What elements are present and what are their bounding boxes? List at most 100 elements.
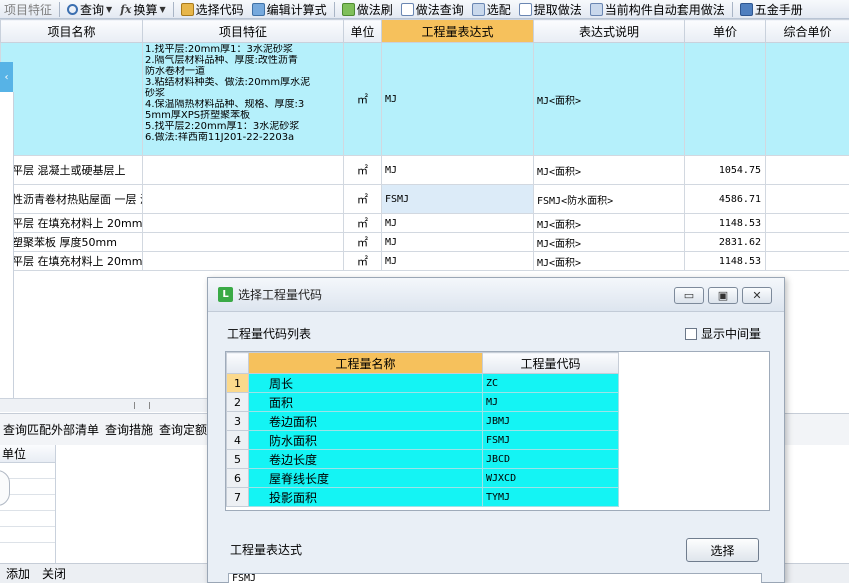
- col-header-quantity-name[interactable]: 工程量名称: [248, 352, 483, 374]
- table-row[interactable]: 6 屋脊线长度 WJXCD: [226, 468, 619, 488]
- cell-composite-price[interactable]: [765, 184, 849, 214]
- expression-input[interactable]: FSMJ: [228, 573, 762, 583]
- quantity-name[interactable]: 面积: [248, 392, 483, 412]
- quantity-name[interactable]: 投影面积: [248, 487, 483, 507]
- cell-composite-price[interactable]: [765, 251, 849, 271]
- table-row[interactable]: 找平层 在填充材料上 20mm ㎡ MJ MJ<面积> 1148.53: [0, 251, 849, 271]
- toolbar-auto-apply-button[interactable]: 当前构件自动套用做法: [586, 0, 729, 18]
- cell-item-features[interactable]: 1.找平层:20mm厚1：3水泥砂浆 2.隔气层材料品种、厚度:改性沥青 防水卷…: [142, 42, 344, 156]
- cell-unit[interactable]: ㎡: [343, 155, 382, 185]
- cell-unit[interactable]: ㎡: [343, 42, 382, 156]
- table-row[interactable]: 2 面积 MJ: [226, 392, 619, 412]
- quantity-name[interactable]: 屋脊线长度: [248, 468, 483, 488]
- cell-expression-description[interactable]: FSMJ<防水面积>: [533, 184, 685, 214]
- cell-quantity-expression[interactable]: MJ: [381, 42, 534, 156]
- col-header-quantity-code[interactable]: 工程量代码: [482, 352, 619, 374]
- cell-expression-description[interactable]: MJ<面积>: [533, 251, 685, 271]
- table-row[interactable]: 改性沥青卷材热贴屋面 一层 满 ㎡ FSMJ FSMJ<防水面积> 4586.7…: [0, 184, 849, 214]
- cell-composite-price[interactable]: [765, 42, 849, 156]
- cell-unit-price[interactable]: 1054.75: [684, 155, 766, 185]
- toolbar-select-code-button[interactable]: 选择代码: [177, 0, 248, 18]
- close-dialog-button[interactable]: ✕: [742, 287, 772, 304]
- quantity-name[interactable]: 周长: [248, 373, 483, 393]
- table-row[interactable]: 找平层 混凝土或硬基层上 ㎡ MJ MJ<面积> 1054.75: [0, 155, 849, 185]
- cell-item-name[interactable]: 找平层 在填充材料上 20mm: [0, 213, 143, 233]
- table-row[interactable]: 1 周长 ZC: [226, 373, 619, 393]
- cell-expression-description[interactable]: MJ<面积>: [533, 155, 685, 185]
- col-header-unit-price[interactable]: 单价: [684, 19, 766, 43]
- tab-query-measures[interactable]: 查询措施: [102, 421, 156, 438]
- dialog-title-bar[interactable]: L 选择工程量代码 ▭ ▣ ✕: [208, 278, 784, 312]
- cell-item-name[interactable]: 挤塑聚苯板 厚度50mm: [0, 232, 143, 252]
- cell-item-name[interactable]: 改性沥青卷材热贴屋面 一层 满: [0, 184, 143, 214]
- table-row[interactable]: 3 卷边面积 JBMJ: [226, 411, 619, 431]
- col-header-expression-description[interactable]: 表达式说明: [533, 19, 685, 43]
- cell-unit-price[interactable]: 2831.62: [684, 232, 766, 252]
- col-header-unit[interactable]: 单位: [343, 19, 382, 43]
- table-row[interactable]: 4 防水面积 FSMJ: [226, 430, 619, 450]
- cell-composite-price[interactable]: [765, 213, 849, 233]
- cell-unit-price[interactable]: 4586.71: [684, 184, 766, 214]
- quantity-code[interactable]: TYMJ: [482, 487, 619, 507]
- col-header-composite-price[interactable]: 综合单价: [765, 19, 849, 43]
- quantity-code[interactable]: JBCD: [482, 449, 619, 469]
- col-header-item-features[interactable]: 项目特征: [142, 19, 344, 43]
- toolbar-method-query-button[interactable]: 做法查询: [397, 0, 468, 18]
- cell-item-features[interactable]: [142, 184, 344, 214]
- toolbar-edit-formula-button[interactable]: 编辑计算式: [248, 0, 331, 18]
- table-row[interactable]: 5 卷边长度 JBCD: [226, 449, 619, 469]
- table-row[interactable]: 7 投影面积 TYMJ: [226, 487, 619, 507]
- tab-query-quota[interactable]: 查询定额: [156, 421, 210, 438]
- tab-match-external-list[interactable]: 查询匹配外部清单: [0, 421, 102, 438]
- cell-unit[interactable]: ㎡: [343, 232, 382, 252]
- cell-quantity-expression[interactable]: MJ: [381, 213, 534, 233]
- quantity-code[interactable]: WJXCD: [482, 468, 619, 488]
- quantity-name[interactable]: 卷边长度: [248, 449, 483, 469]
- cell-quantity-expression[interactable]: MJ: [381, 251, 534, 271]
- cell-composite-price[interactable]: [765, 232, 849, 252]
- quantity-name[interactable]: 防水面积: [248, 430, 483, 450]
- cell-item-features[interactable]: [142, 213, 344, 233]
- cell-expression-description[interactable]: MJ<面积>: [533, 232, 685, 252]
- cell-quantity-expression[interactable]: MJ: [381, 155, 534, 185]
- cell-item-name[interactable]: 面: [0, 42, 143, 156]
- quantity-code[interactable]: ZC: [482, 373, 619, 393]
- cell-unit-price[interactable]: 1148.53: [684, 213, 766, 233]
- cell-composite-price[interactable]: [765, 155, 849, 185]
- toolbar-query-button[interactable]: 查询 ▼: [63, 0, 116, 18]
- quantity-code[interactable]: MJ: [482, 392, 619, 412]
- cell-quantity-expression[interactable]: FSMJ: [381, 184, 534, 214]
- cell-unit[interactable]: ㎡: [343, 213, 382, 233]
- select-button[interactable]: 选择: [686, 538, 759, 562]
- col-header-item-name[interactable]: 项目名称: [0, 19, 143, 43]
- cell-unit[interactable]: ㎡: [343, 251, 382, 271]
- quantity-code[interactable]: JBMJ: [482, 411, 619, 431]
- cell-item-features[interactable]: [142, 232, 344, 252]
- toolbar-extract-method-button[interactable]: 提取做法: [515, 0, 586, 18]
- cell-item-name[interactable]: 找平层 在填充材料上 20mm: [0, 251, 143, 271]
- list-item[interactable]: [0, 527, 55, 543]
- cell-unit-price[interactable]: 1148.53: [684, 251, 766, 271]
- toolbar-hardware-manual-button[interactable]: 五金手册: [736, 0, 807, 18]
- cell-expression-description[interactable]: MJ<面积>: [533, 213, 685, 233]
- lower-grid-unit-header[interactable]: 单位: [0, 445, 55, 463]
- cell-unit[interactable]: ㎡: [343, 184, 382, 214]
- scrollbar-thumb[interactable]: [134, 402, 150, 409]
- list-item[interactable]: [0, 511, 55, 527]
- cell-expression-description[interactable]: MJ<面积>: [533, 42, 685, 156]
- toolbar-convert-button[interactable]: fx 换算 ▼: [116, 0, 169, 18]
- toolbar-match-button[interactable]: 选配: [468, 0, 515, 18]
- cell-item-features[interactable]: [142, 155, 344, 185]
- minimize-button[interactable]: ▭: [674, 287, 704, 304]
- table-row[interactable]: 面 1.找平层:20mm厚1：3水泥砂浆 2.隔气层材料品种、厚度:改性沥青 防…: [0, 42, 849, 156]
- toolbar-method-brush-button[interactable]: 做法刷: [338, 0, 397, 18]
- cell-item-name[interactable]: 找平层 混凝土或硬基层上: [0, 155, 143, 185]
- toolbar-project-features[interactable]: 项目特征: [0, 0, 56, 18]
- table-row[interactable]: 挤塑聚苯板 厚度50mm ㎡ MJ MJ<面积> 2831.62: [0, 232, 849, 252]
- show-intermediate-checkbox[interactable]: 显示中间量: [685, 325, 761, 342]
- maximize-button[interactable]: ▣: [708, 287, 738, 304]
- close-button[interactable]: 关闭: [36, 565, 72, 582]
- quantity-code[interactable]: FSMJ: [482, 430, 619, 450]
- collapse-panel-handle[interactable]: ‹: [0, 62, 13, 92]
- add-button[interactable]: 添加: [0, 565, 36, 582]
